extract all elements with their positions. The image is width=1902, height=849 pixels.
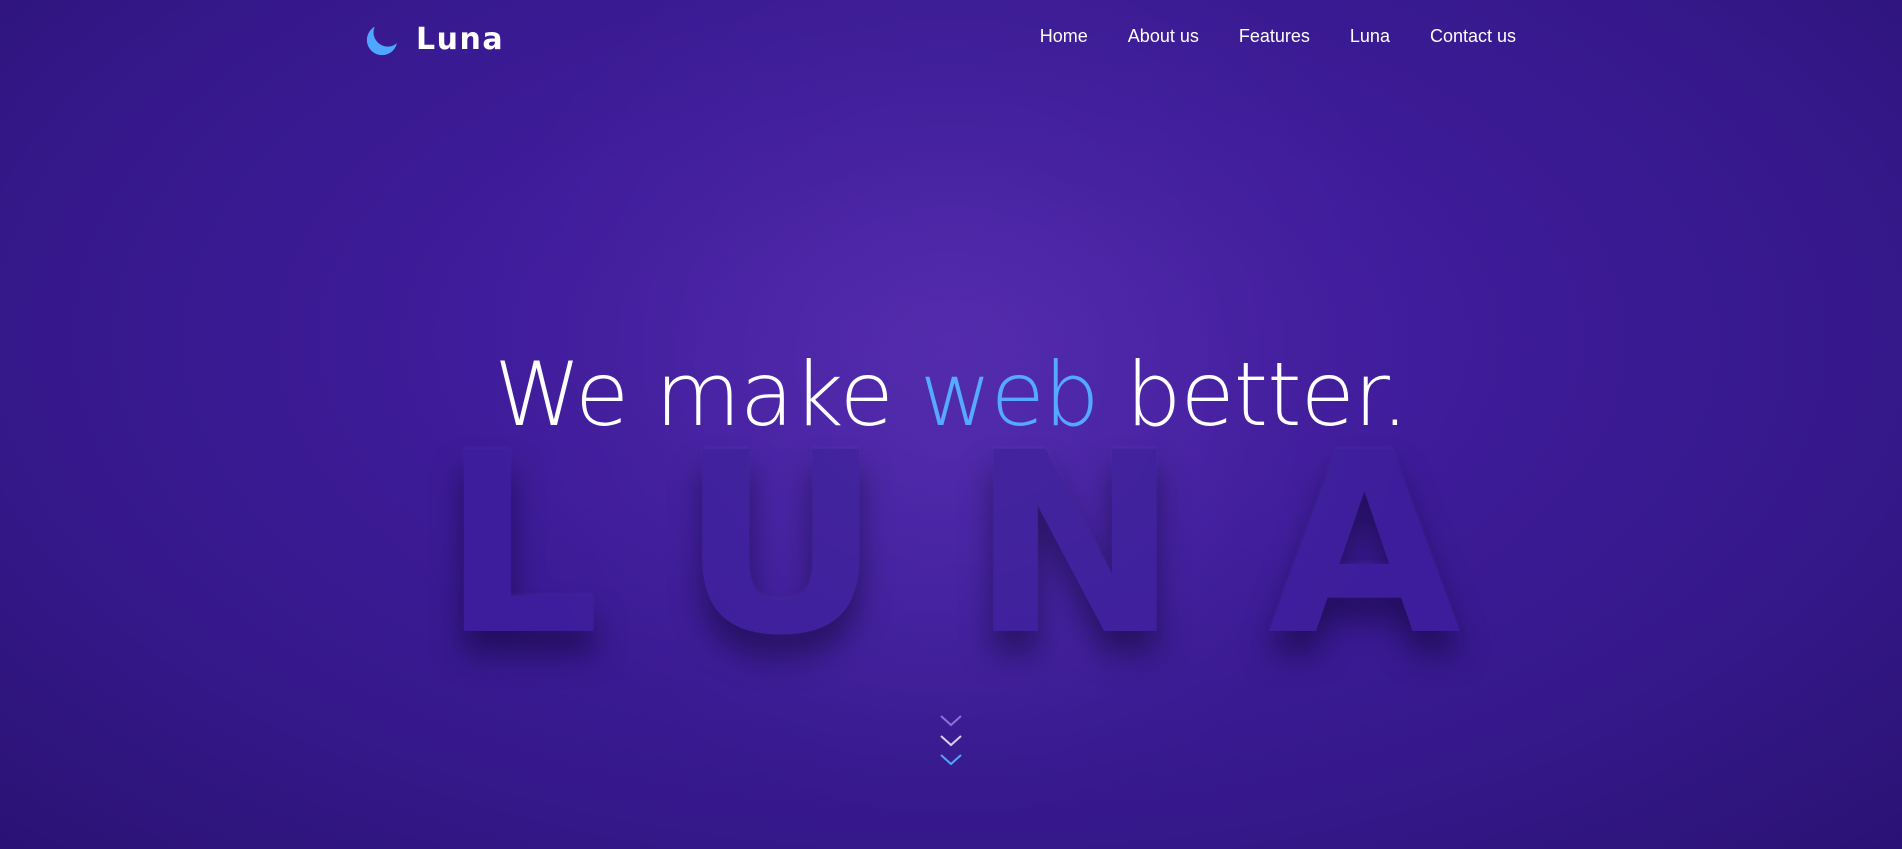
nav-item-home[interactable]: Home (1040, 26, 1088, 46)
brand-name: Luna (416, 21, 505, 57)
headline-text-end: better. (1098, 343, 1409, 446)
headline-text-start: We make (494, 343, 920, 446)
headline-accent-word: web (919, 343, 1100, 446)
nav-item-about-us[interactable]: About us (1128, 26, 1199, 46)
brand-logo-link[interactable]: Luna (364, 18, 504, 60)
chevrons-down-icon (940, 715, 962, 766)
scroll-down-button[interactable] (934, 712, 968, 774)
nav-menu: Home About us Features Luna Contact us (1040, 26, 1516, 47)
hero-section: LUNA Luna Home About us Features Luna Co… (0, 0, 1902, 849)
background-word: LUNA (440, 399, 1550, 690)
nav-item-contact-us[interactable]: Contact us (1430, 26, 1516, 46)
nav-item-features[interactable]: Features (1239, 26, 1310, 46)
nav-item-luna[interactable]: Luna (1350, 26, 1390, 46)
navbar: Luna Home About us Features Luna Contact… (0, 0, 1902, 78)
moon-icon (366, 24, 398, 56)
hero-headline: We make web better. (0, 340, 1902, 450)
